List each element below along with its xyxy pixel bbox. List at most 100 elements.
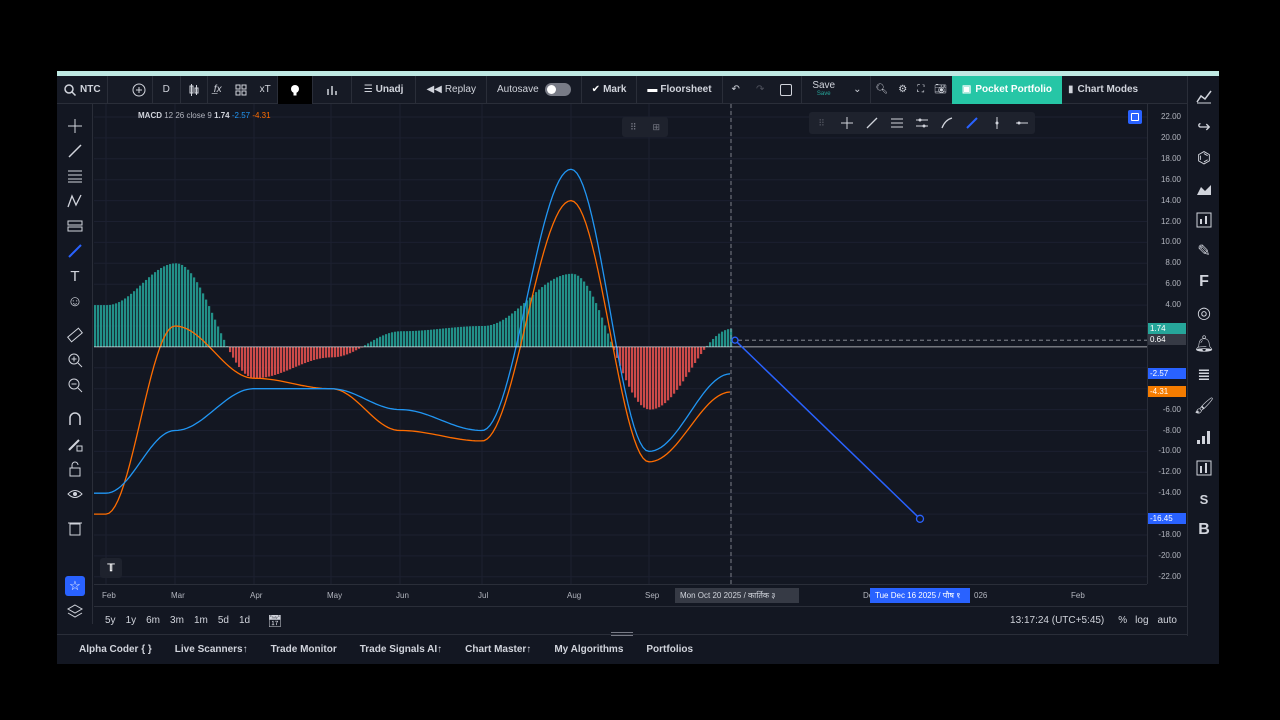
- brush-icon[interactable]: [935, 112, 960, 134]
- toggle-switch[interactable]: [544, 83, 571, 96]
- trendline-tool[interactable]: [65, 141, 85, 161]
- footer-tab-4[interactable]: Chart Master↑: [465, 644, 531, 655]
- object-tree-tool[interactable]: [65, 601, 85, 621]
- xt-button[interactable]: xT: [254, 76, 277, 104]
- range-1y[interactable]: 1y: [121, 615, 142, 626]
- footer-tab-2[interactable]: Trade Monitor: [271, 644, 337, 655]
- footer-tab-0[interactable]: Alpha Coder { }: [79, 644, 152, 655]
- hide-tool[interactable]: [65, 484, 85, 504]
- fullscreen-button[interactable]: ⛶: [912, 76, 929, 104]
- ruler-tool[interactable]: [65, 325, 85, 345]
- chart-modes-button[interactable]: ▮ Chart Modes: [1062, 76, 1144, 104]
- binoculars-button[interactable]: ⌬: [1195, 149, 1213, 167]
- area-chart-button[interactable]: [1195, 180, 1213, 198]
- idea-button[interactable]: [276, 75, 312, 104]
- brush-icon: 🖌︎: [1193, 398, 1215, 415]
- pane-toggle[interactable]: [1128, 110, 1142, 124]
- range-6m[interactable]: 6m: [141, 615, 165, 626]
- stats-button[interactable]: [1195, 211, 1213, 229]
- pencil-button[interactable]: ✎: [1195, 242, 1213, 260]
- watchlist-button[interactable]: [1195, 87, 1213, 105]
- redo-button[interactable]: ↷: [749, 76, 771, 104]
- bar-chart-button[interactable]: [311, 75, 351, 104]
- vertical-line-icon[interactable]: [985, 112, 1010, 134]
- delete-tool[interactable]: [65, 518, 85, 538]
- range-3m[interactable]: 3m: [165, 615, 189, 626]
- screenshot-button[interactable]: 📷︎: [929, 76, 952, 104]
- brush-tool[interactable]: [65, 241, 85, 261]
- fundamentals-button[interactable]: F: [1195, 273, 1213, 291]
- magnet-tool[interactable]: [65, 409, 85, 429]
- range-1d[interactable]: 1d: [234, 615, 255, 626]
- footer-tab-5[interactable]: My Algorithms: [554, 644, 623, 655]
- layers-button[interactable]: ≣: [1195, 366, 1213, 384]
- emoji-tool[interactable]: ☺: [65, 291, 85, 311]
- replay-button[interactable]: ◀◀ Replay: [415, 75, 486, 104]
- floorsheet-button[interactable]: ▬ Floorsheet: [636, 75, 721, 104]
- interval-button[interactable]: D: [151, 75, 180, 104]
- compare-button[interactable]: [106, 75, 152, 104]
- zoom-out-tool[interactable]: [65, 375, 85, 395]
- zoom-in-tool[interactable]: [65, 350, 85, 370]
- crosshair-icon[interactable]: [834, 112, 859, 134]
- crosshair-icon: [68, 119, 82, 133]
- forecast-tool[interactable]: [65, 216, 85, 236]
- chart-pane[interactable]: MACD 12 26 close 9 1.74 -2.57 -4.31 ⠿ ⊞ 𝕋: [94, 104, 1147, 584]
- undo-button[interactable]: ↶: [721, 75, 749, 104]
- channel-icon[interactable]: [884, 112, 909, 134]
- alerts-button[interactable]: 🔔︎: [1194, 335, 1214, 353]
- brush-button[interactable]: 🖌︎: [1193, 397, 1215, 415]
- mark-button[interactable]: ✔ Mark: [580, 75, 637, 104]
- footer-tab-1[interactable]: Live Scanners↑: [175, 644, 248, 655]
- fullscreen-select-button[interactable]: [771, 76, 801, 104]
- favorites-tool[interactable]: ☆: [65, 576, 85, 596]
- text-tool[interactable]: T: [65, 266, 85, 286]
- footer-tab-3[interactable]: Trade Signals AI↑: [360, 644, 442, 655]
- percent-toggle[interactable]: %: [1118, 615, 1127, 626]
- unadj-button[interactable]: ☰ Unadj: [350, 75, 416, 104]
- calendar-icon[interactable]: 📅︎: [267, 614, 282, 628]
- log-toggle[interactable]: log: [1135, 615, 1148, 626]
- crosshair-tool[interactable]: [65, 116, 85, 136]
- stay-drawing-tool[interactable]: [65, 434, 85, 454]
- range-1m[interactable]: 1m: [189, 615, 213, 626]
- compass-button[interactable]: ◎: [1195, 304, 1213, 322]
- drag-handle-icon[interactable]: ⠿: [809, 112, 834, 134]
- pane-widget[interactable]: ⠿ ⊞: [622, 117, 668, 137]
- quick-search-button[interactable]: 🔍︎: [869, 75, 894, 104]
- layout-button[interactable]: [228, 76, 254, 104]
- indicators-button[interactable]: f̲x: [206, 75, 228, 104]
- horizontal-line-icon[interactable]: [1010, 112, 1035, 134]
- footer-tab-6[interactable]: Portfolios: [646, 644, 693, 655]
- range-5d[interactable]: 5d: [213, 615, 234, 626]
- line-icon[interactable]: [859, 112, 884, 134]
- symbol-search[interactable]: NTC: [57, 76, 107, 104]
- time-axis[interactable]: Feb Sep Aug Jul Jun May Apr Mar Feb Mon Oct 20 2…: [94, 584, 1147, 606]
- histogram-bar-up: [718, 333, 721, 347]
- settings-button[interactable]: ⚙: [893, 76, 912, 104]
- histogram-bar-up: [184, 266, 187, 347]
- bars-button[interactable]: [1195, 459, 1213, 477]
- save-menu-button[interactable]: ⌄: [845, 76, 869, 104]
- auto-toggle[interactable]: auto: [1158, 615, 1177, 626]
- save-button[interactable]: Save Save: [801, 75, 845, 104]
- indicator-legend[interactable]: MACD 12 26 close 9 1.74 -2.57 -4.31: [138, 111, 271, 120]
- range-5y[interactable]: 5y: [100, 615, 121, 626]
- histogram-bar-up: [130, 293, 133, 347]
- histogram-bar-down: [352, 346, 355, 352]
- pattern-tool[interactable]: [65, 191, 85, 211]
- s-button[interactable]: S: [1195, 490, 1213, 508]
- resize-handle[interactable]: [611, 632, 633, 636]
- settings-lines-icon[interactable]: [909, 112, 934, 134]
- price-axis[interactable]: 22.00 20.00 18.00 16.00 14.00 12.00 10.00 8.00 6…: [1147, 104, 1187, 584]
- pen-icon[interactable]: [960, 112, 985, 134]
- signal-button[interactable]: [1195, 428, 1213, 446]
- histogram-bar-up: [451, 327, 454, 347]
- pocket-portfolio-button[interactable]: ▣ Pocket Portfolio: [951, 75, 1063, 104]
- fib-tool[interactable]: [65, 166, 85, 186]
- chart-type-button[interactable]: [179, 75, 207, 104]
- lock-tool[interactable]: [65, 459, 85, 479]
- autosave-toggle[interactable]: Autosave: [485, 75, 581, 104]
- share-button[interactable]: ↪: [1195, 118, 1213, 136]
- b-button[interactable]: B: [1195, 521, 1213, 539]
